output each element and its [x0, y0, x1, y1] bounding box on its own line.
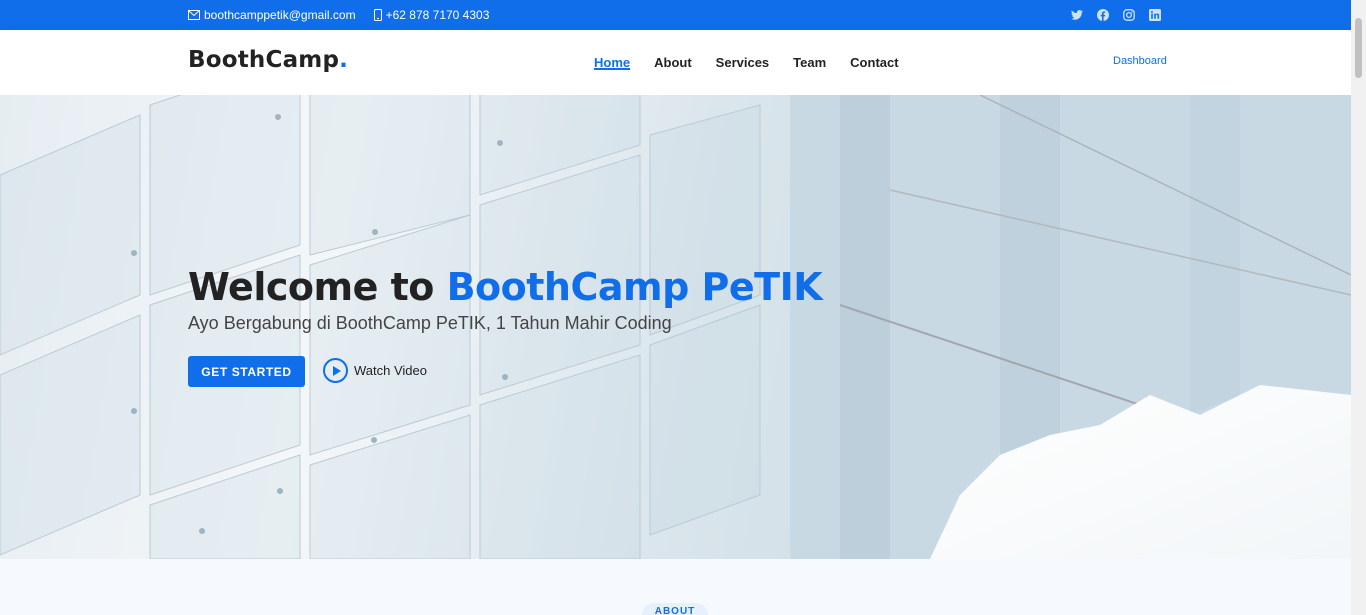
dashboard-link[interactable]: Dashboard — [1113, 55, 1167, 67]
watch-video-label: Watch Video — [354, 363, 427, 378]
email-contact[interactable]: boothcamppetik@gmail.com — [188, 8, 356, 22]
nav-home[interactable]: Home — [582, 30, 642, 95]
phone-text: +62 878 7170 4303 — [385, 8, 490, 22]
nav-team[interactable]: Team — [781, 30, 838, 95]
social-links — [1070, 0, 1174, 30]
get-started-button[interactable]: GET STARTED — [188, 356, 305, 387]
logo-dot: . — [339, 47, 349, 73]
top-bar: boothcamppetik@gmail.com +62 878 7170 43… — [0, 0, 1351, 30]
email-text: boothcamppetik@gmail.com — [204, 8, 356, 22]
watch-video-button[interactable]: Watch Video — [323, 358, 427, 383]
instagram-icon[interactable] — [1122, 8, 1136, 22]
nav-services[interactable]: Services — [704, 30, 782, 95]
phone-icon — [373, 9, 382, 21]
hero-title-accent: BoothCamp PeTIK — [446, 265, 823, 309]
linkedin-icon[interactable] — [1148, 8, 1162, 22]
site-logo[interactable]: BoothCamp. — [188, 47, 348, 73]
contact-info: boothcamppetik@gmail.com +62 878 7170 43… — [188, 0, 507, 30]
phone-contact[interactable]: +62 878 7170 4303 — [373, 8, 490, 22]
scrollbar-thumb[interactable] — [1355, 18, 1362, 78]
hero-title: Welcome to BoothCamp PeTIK — [188, 265, 823, 309]
hero-title-prefix: Welcome to — [188, 265, 447, 309]
about-section-badge: ABOUT — [642, 603, 708, 615]
page-scrollbar[interactable] — [1351, 0, 1366, 615]
twitter-icon[interactable] — [1070, 8, 1084, 22]
logo-text: BoothCamp — [188, 47, 340, 73]
envelope-icon — [188, 10, 200, 20]
main-nav: Home About Services Team Contact — [582, 30, 911, 95]
nav-contact[interactable]: Contact — [838, 30, 910, 95]
play-icon — [323, 358, 348, 383]
hero-subtitle: Ayo Bergabung di BoothCamp PeTIK, 1 Tahu… — [188, 313, 672, 333]
facebook-icon[interactable] — [1096, 8, 1110, 22]
hero-section: Welcome to BoothCamp PeTIK Ayo Bergabung… — [0, 95, 1351, 559]
site-header: BoothCamp. Home About Services Team Cont… — [0, 30, 1351, 95]
nav-about[interactable]: About — [642, 30, 704, 95]
